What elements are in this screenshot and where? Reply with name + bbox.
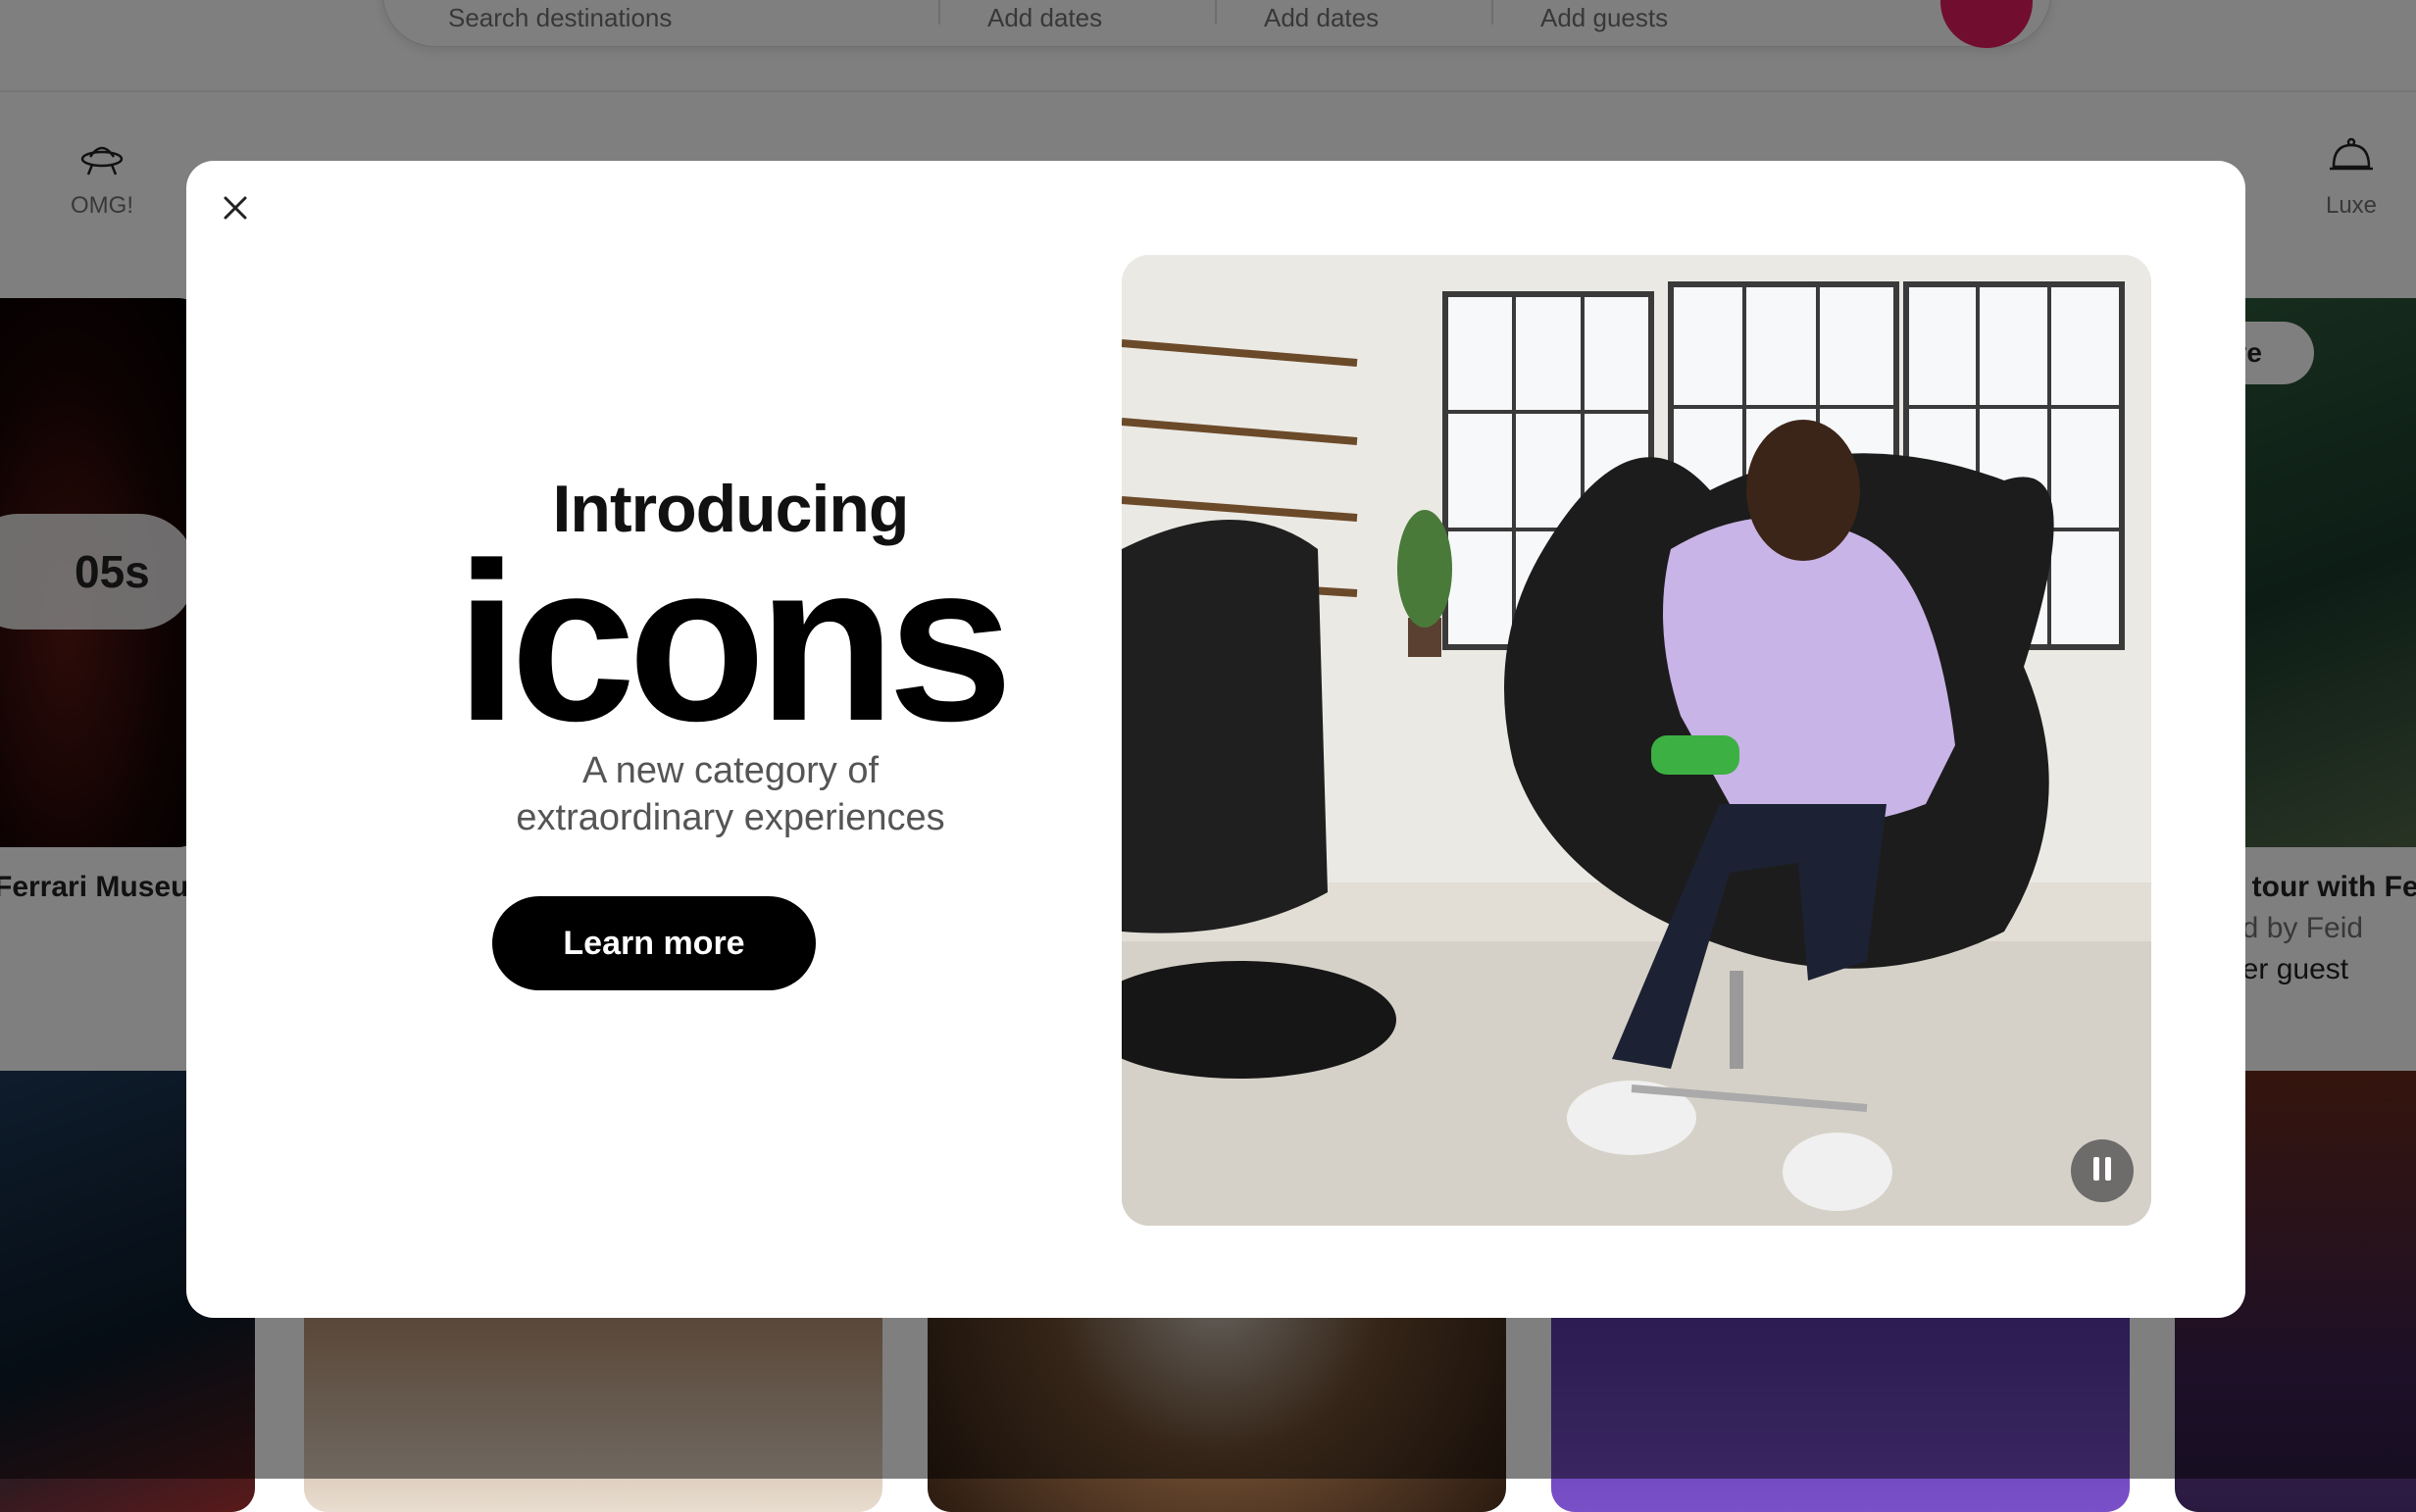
icons-intro-modal: Introducing icons A new category of extr… [186,161,2245,1318]
modal-text-column: Introducing icons A new category of extr… [186,161,1275,1318]
video-frame [1122,255,2151,1226]
modal-tagline: A new category of extraordinary experien… [436,747,1025,841]
pause-button[interactable] [2071,1139,2134,1202]
pause-icon [2090,1155,2114,1187]
tagline-line: extraordinary experiences [516,797,945,838]
icons-wordmark: icons [455,516,1014,768]
promo-video[interactable] [1122,255,2151,1226]
tagline-line: A new category of [581,750,880,791]
learn-more-button[interactable]: Learn more [492,896,816,990]
